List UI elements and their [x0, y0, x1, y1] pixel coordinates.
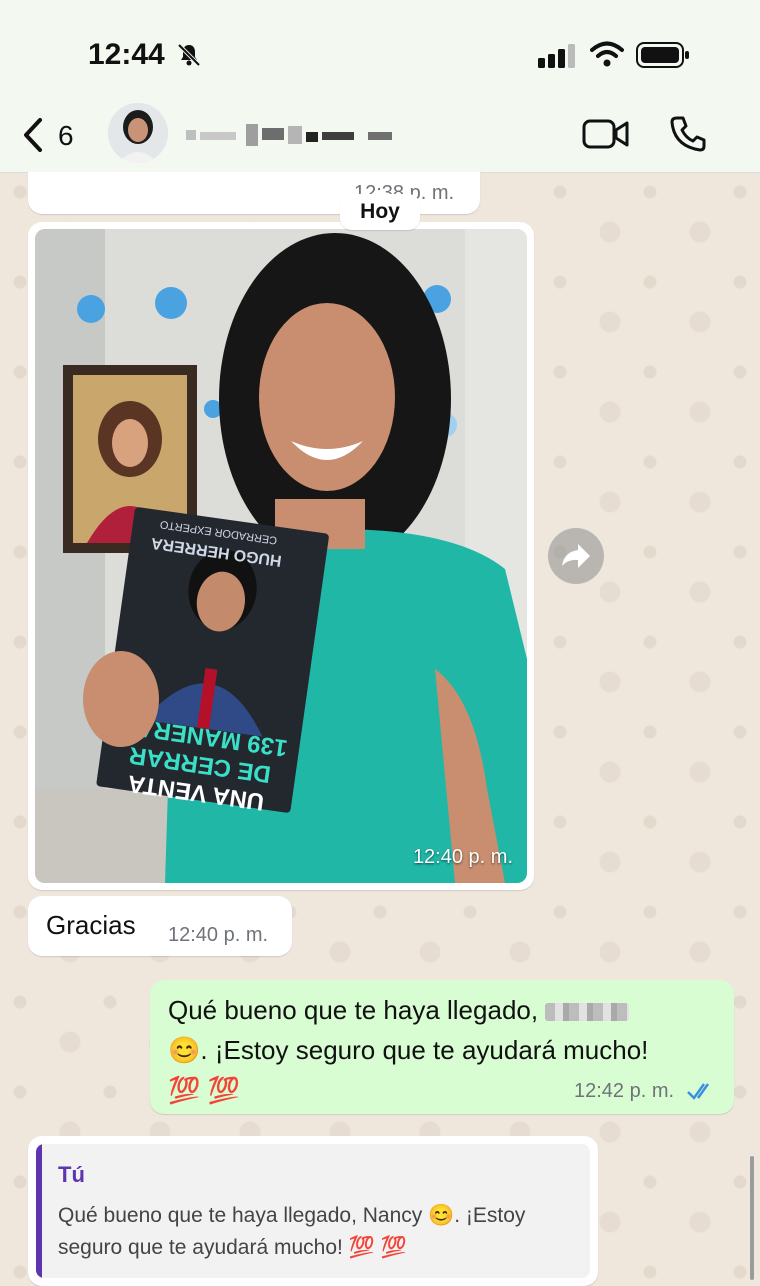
chat-header: 6 — [0, 100, 760, 173]
redacted-name — [545, 1003, 630, 1022]
message-text-part2: 😊. ¡Estoy seguro que te ayudará mucho! — [168, 1035, 649, 1065]
phone-call-icon[interactable] — [668, 114, 708, 154]
cellular-signal-icon — [538, 44, 575, 68]
forward-button[interactable] — [548, 528, 604, 584]
battery-icon — [636, 42, 689, 68]
message-emoji: 💯 💯 — [168, 1075, 240, 1105]
contact-avatar[interactable] — [108, 103, 168, 163]
photo-time: 12:40 p. m. — [412, 846, 513, 868]
quoted-reply-bubble[interactable]: Tú Qué bueno que te haya llegado, Nancy … — [28, 1136, 598, 1286]
contact-name[interactable] — [186, 118, 396, 152]
quote-author: Tú — [58, 1162, 85, 1187]
photo-message-bubble[interactable]: HUGO HERRERA CERRADOR EXPERTO 139 MANERA… — [28, 222, 534, 890]
forward-icon — [562, 544, 590, 568]
scrollbar[interactable] — [750, 1156, 754, 1280]
chevron-left-icon[interactable] — [20, 116, 48, 154]
read-receipt-icon — [687, 1083, 710, 1100]
shared-photo[interactable]: HUGO HERRERA CERRADOR EXPERTO 139 MANERA… — [35, 229, 527, 883]
unread-count[interactable]: 6 — [58, 120, 74, 152]
outgoing-message-bubble[interactable]: Qué bueno que te haya llegado, 😊. ¡Estoy… — [150, 980, 734, 1114]
quoted-message[interactable]: Tú Qué bueno que te haya llegado, Nancy … — [36, 1144, 590, 1278]
status-bar: 12:44 — [0, 0, 760, 100]
wifi-icon — [590, 41, 624, 67]
incoming-message-bubble[interactable]: Gracias 12:40 p. m. — [28, 896, 292, 956]
status-time: 12:44 — [88, 38, 165, 71]
date-chip: Hoy — [340, 194, 420, 230]
quote-accent-bar — [36, 1144, 42, 1278]
message-time: 12:40 p. m. — [168, 924, 269, 946]
message-text-part1: Qué bueno que te haya llegado, — [168, 995, 539, 1025]
message-text: Gracias — [46, 910, 136, 940]
silent-bell-icon — [177, 43, 201, 67]
video-call-icon[interactable] — [582, 116, 630, 152]
quote-text: Qué bueno que te haya llegado, Nancy 😊. … — [58, 1204, 526, 1259]
message-time: 12:42 p. m. — [574, 1080, 675, 1102]
